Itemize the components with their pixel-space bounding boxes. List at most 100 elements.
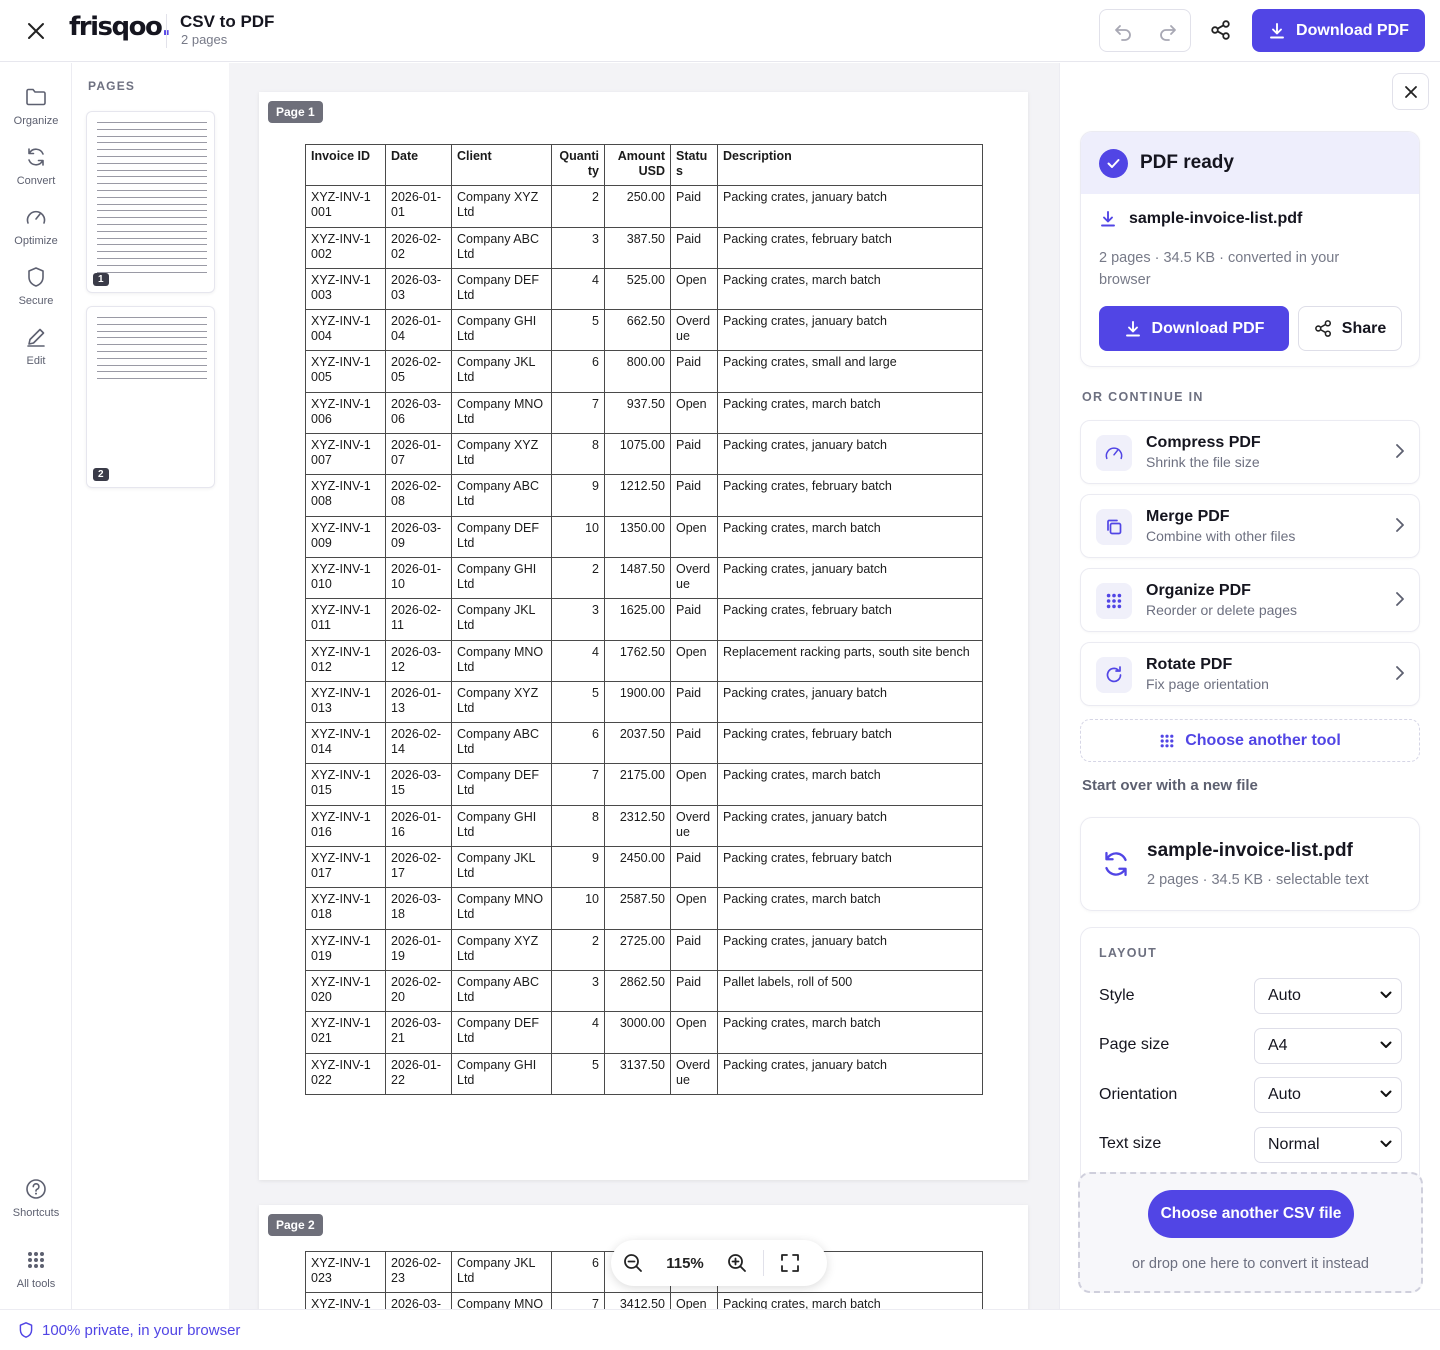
table-cell: XYZ-INV-1 005 (305, 350, 386, 393)
table-cell: Packing crates, january batch (717, 928, 983, 971)
tool-name: Compress PDF (1146, 434, 1261, 451)
table-cell: Pallet labels, roll of 500 (717, 969, 983, 1013)
thumbnail-line (97, 251, 207, 253)
share-icon[interactable] (1203, 12, 1239, 48)
choose-another-tool-button[interactable]: Choose another tool (1080, 719, 1420, 762)
table-row: XYZ-INV-1 018 2026-03- 18 Company MNO Ltd 1… (305, 887, 983, 930)
thumbnail-line (97, 224, 207, 225)
table-cell: Packing crates, february batch (717, 226, 983, 269)
pdf-page-1: Page 1 Invoice ID Date Client Quanti ty Amou… (259, 92, 1028, 1180)
share-button[interactable]: Share (1298, 306, 1402, 351)
table-cell: 2 (551, 556, 605, 600)
thumbnail-line (97, 378, 207, 380)
table-cell: Packing crates, january batch (717, 804, 983, 848)
select-value: Auto (1268, 1086, 1301, 1103)
thumbnail-line (97, 357, 207, 359)
close-panel-icon[interactable] (1392, 73, 1429, 110)
table-cell: Company XYZ Ltd (451, 928, 552, 971)
output-file-link[interactable]: sample-invoice-list.pdf (1099, 210, 1302, 228)
table-cell: 2026-02- 08 (385, 474, 452, 517)
rail-item-edit[interactable]: Edit (0, 325, 72, 367)
tool-organize-pdf[interactable]: Organize PDF Reorder or delete pages (1080, 568, 1420, 632)
rail-item-convert[interactable]: Convert (0, 145, 72, 187)
table-cell: Packing crates, march batch (717, 1292, 983, 1309)
orientation-select[interactable]: Auto (1254, 1077, 1402, 1113)
tool-description: Reorder or delete pages (1146, 602, 1297, 618)
thumbnail-line (97, 323, 207, 325)
download-pdf-button[interactable]: Download PDF (1099, 306, 1289, 351)
chevron-right-icon (1395, 443, 1405, 459)
page-thumbnail-2[interactable]: 2 (86, 306, 215, 488)
table-cell: Company DEF Ltd (451, 267, 552, 311)
table-cell: Replacement racking parts, south site be… (717, 639, 983, 682)
thumbnail-line (97, 156, 207, 157)
rail-item-optimize[interactable]: Optimize (0, 205, 72, 247)
source-file-card[interactable]: sample-invoice-list.pdf 2 pages · 34.5 K… (1080, 817, 1420, 911)
table-cell: XYZ-INV-1 014 (305, 722, 386, 765)
thumbnail-line (97, 196, 207, 198)
table-cell: 9 (551, 846, 605, 889)
redo-icon[interactable] (1145, 10, 1190, 51)
table-cell: XYZ-INV-1 022 (305, 1052, 386, 1095)
table-cell: XYZ-INV-1 009 (305, 515, 386, 558)
share-label: Share (1341, 319, 1387, 337)
gauge-icon (24, 205, 48, 229)
table-row: XYZ-INV-1 002 2026-02- 02 Company ABC Ltd 3… (305, 226, 983, 269)
text-size-select[interactable]: Normal (1254, 1127, 1402, 1163)
fullscreen-icon[interactable] (768, 1240, 812, 1286)
zoom-level[interactable]: 115% (655, 1255, 715, 1272)
logo[interactable]: frisqoo. (69, 12, 171, 42)
csv-drop-zone[interactable]: Choose another CSV file or drop one here… (1078, 1172, 1423, 1293)
table-cell: Company XYZ Ltd (451, 680, 552, 724)
close-icon[interactable] (20, 15, 52, 47)
table-cell: Company JKL Ltd (451, 1250, 552, 1294)
choose-csv-button[interactable]: Choose another CSV file (1148, 1190, 1354, 1238)
table-cell: XYZ-INV-1 012 (305, 639, 386, 682)
output-file-meta: 2 pages · 34.5 KB · converted in your br… (1099, 250, 1340, 288)
tool-rotate-pdf[interactable]: Rotate PDF Fix page orientation (1080, 642, 1420, 706)
rail-item-organize[interactable]: Organize (0, 85, 72, 127)
page-size-select[interactable]: A4 (1254, 1028, 1402, 1064)
table-cell: XYZ-INV-1 017 (305, 846, 386, 889)
table-cell: 3137.50 (604, 1052, 671, 1095)
table-cell: 8 (551, 433, 605, 476)
table-row: XYZ-INV-1 005 2026-02- 05 Company JKL Ltd 6… (305, 350, 983, 393)
table-row: XYZ-INV-1 009 2026-03- 09 Company DEF Ltd 1… (305, 515, 983, 558)
tool-name: Organize PDF (1146, 582, 1251, 599)
table-cell: XYZ-INV-1 007 (305, 433, 386, 476)
copy-icon (1096, 509, 1132, 545)
chevron-right-icon (1395, 591, 1405, 607)
undo-icon[interactable] (1100, 10, 1145, 51)
table-cell: Company JKL Ltd (451, 598, 552, 641)
rail-item-shortcuts[interactable]: Shortcuts (0, 1177, 72, 1219)
rail-item-secure[interactable]: Secure (0, 265, 72, 307)
table-cell: XYZ-INV-1 021 (305, 1011, 386, 1054)
style-select[interactable]: Auto (1254, 978, 1402, 1014)
thumbnail-line (97, 203, 207, 205)
tool-merge-pdf[interactable]: Merge PDF Combine with other files (1080, 494, 1420, 558)
document-canvas[interactable]: Page 1 Invoice ID Date Client Quanti ty Amou… (229, 63, 1059, 1309)
table-cell: 3 (551, 598, 605, 641)
download-icon (1101, 211, 1115, 227)
page-thumbnail-1[interactable]: 1 (86, 111, 215, 293)
zoom-in-icon[interactable] (715, 1240, 759, 1286)
download-pdf-button[interactable]: Download PDF (1252, 9, 1425, 52)
table-cell: Paid (670, 433, 718, 476)
thumbnail-line (97, 183, 207, 185)
zoom-out-icon[interactable] (611, 1240, 655, 1286)
table-cell: Packing crates, january batch (717, 433, 983, 476)
grid-icon (24, 1248, 48, 1272)
table-cell: Paid (670, 598, 718, 641)
layout-options-card: LAYOUT Style Auto Page size A4 Orientati… (1080, 927, 1420, 1187)
table-cell: 10 (551, 887, 605, 930)
table-cell: 2026-02- 14 (385, 722, 452, 765)
thumbnail-line (97, 122, 207, 123)
rail-item-all-tools[interactable]: All tools (0, 1248, 72, 1290)
chevron-down-icon (1380, 1041, 1392, 1049)
column-header: Statu s (670, 143, 718, 187)
select-value: A4 (1268, 1037, 1288, 1054)
tool-compress-pdf[interactable]: Compress PDF Shrink the file size (1080, 420, 1420, 484)
header-divider (166, 14, 167, 48)
rail-label: All tools (16, 1278, 56, 1290)
thumbnail-line (97, 364, 207, 366)
